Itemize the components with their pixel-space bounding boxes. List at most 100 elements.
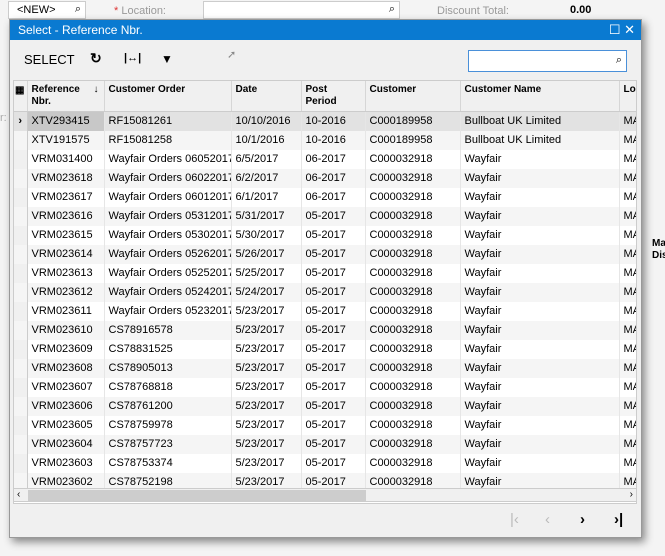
dialog-title-bar: Select - Reference Nbr. ☐ ✕ — [10, 20, 641, 40]
table-cell: Wayfair — [460, 206, 620, 226]
table-cell: MA — [619, 111, 636, 131]
table-cell: 05-2017 — [301, 396, 366, 416]
table-cell: C000032918 — [365, 434, 461, 454]
first-page-icon[interactable]: |‹ — [510, 511, 519, 528]
table-cell: C000189958 — [365, 130, 461, 150]
table-cell: 5/23/2017 — [231, 377, 302, 397]
table-cell: 5/30/2017 — [231, 225, 302, 245]
table-row[interactable]: › XTV293415 RF15081261 10/10/2016 10-2016 C00… — [14, 111, 636, 131]
scroll-right-icon[interactable]: › — [630, 489, 633, 500]
location-label-text: Location: — [121, 5, 166, 17]
column-header[interactable]: Date — [231, 81, 302, 112]
row-selector[interactable] — [14, 168, 28, 188]
table-row[interactable]: VRM023614 Wayfair Orders 05262017 5/26/201… — [14, 244, 636, 264]
table-row[interactable]: XTV191575 RF15081258 10/1/2016 10-2016 C0001… — [14, 130, 636, 150]
table-cell: MA — [619, 453, 636, 473]
previous-page-icon[interactable]: ‹ — [545, 511, 550, 528]
table-row[interactable]: VRM023616 Wayfair Orders 05312017 5/31/201… — [14, 206, 636, 226]
table-row[interactable]: VRM023604 CS78757723 5/23/2017 05-2017 C0000… — [14, 434, 636, 454]
row-selector[interactable] — [14, 339, 28, 359]
table-cell: VRM023607 — [27, 377, 105, 397]
search-icon[interactable]: ⌕ — [389, 3, 395, 16]
next-page-icon[interactable]: › — [580, 511, 585, 528]
table-cell: C000032918 — [365, 301, 461, 321]
table-row[interactable]: VRM023613 Wayfair Orders 05252017 5/25/201… — [14, 263, 636, 283]
row-selector[interactable] — [14, 396, 28, 416]
last-page-icon[interactable]: ›| — [614, 511, 623, 528]
column-header[interactable]: Customer Name — [460, 81, 620, 112]
column-header[interactable]: Post Period — [301, 81, 366, 112]
table-cell: RF15081261 — [104, 111, 232, 131]
table-cell: VRM023605 — [27, 415, 105, 435]
row-selector[interactable] — [14, 415, 28, 435]
table-row[interactable]: VRM023609 CS78831525 5/23/2017 05-2017 C0000… — [14, 339, 636, 359]
grid-settings-icon[interactable]: ▦ — [14, 81, 28, 112]
search-icon[interactable]: ⌕ — [616, 54, 622, 67]
search-input[interactable]: ⌕ — [468, 50, 627, 72]
table-row[interactable]: VRM023612 Wayfair Orders 05242017 5/24/201… — [14, 282, 636, 302]
table-cell: 05-2017 — [301, 301, 366, 321]
row-selector[interactable] — [14, 149, 28, 169]
column-header[interactable]: Reference Nbr. ↓ — [27, 81, 105, 112]
table-row[interactable]: VRM023615 Wayfair Orders 05302017 5/30/201… — [14, 225, 636, 245]
table-cell: Wayfair — [460, 396, 620, 416]
select-reference-dialog: Select - Reference Nbr. ☐ ✕ SELECT ↻ |↔|… — [9, 19, 642, 538]
scroll-left-icon[interactable]: ‹ — [17, 489, 20, 500]
row-selector[interactable] — [14, 225, 28, 245]
row-selector[interactable] — [14, 434, 28, 454]
scroll-thumb[interactable] — [28, 490, 366, 501]
search-icon[interactable]: ⌕ — [75, 3, 81, 16]
row-selector[interactable] — [14, 130, 28, 150]
table-cell: Wayfair — [460, 358, 620, 378]
table-row[interactable]: VRM023618 Wayfair Orders 06022017 6/2/2017… — [14, 168, 636, 188]
row-selector[interactable] — [14, 301, 28, 321]
table-cell: Wayfair — [460, 453, 620, 473]
results-grid: ▦ Reference Nbr. ↓ Customer Order Date Post … — [13, 80, 637, 504]
column-header[interactable]: Customer — [365, 81, 461, 112]
table-row[interactable]: VRM023608 CS78905013 5/23/2017 05-2017 C0000… — [14, 358, 636, 378]
row-selector[interactable] — [14, 453, 28, 473]
row-selector[interactable] — [14, 206, 28, 226]
table-cell: 05-2017 — [301, 225, 366, 245]
close-icon[interactable]: ✕ — [624, 22, 635, 37]
fit-columns-icon[interactable]: |↔| — [124, 52, 141, 64]
maximize-icon[interactable]: ☐ — [609, 22, 621, 37]
table-cell: CS78761200 — [104, 396, 232, 416]
table-cell: C000032918 — [365, 396, 461, 416]
column-header[interactable]: Lo — [619, 81, 636, 112]
table-cell: VRM023612 — [27, 282, 105, 302]
horizontal-scrollbar[interactable]: ‹ › — [13, 488, 637, 502]
row-selector[interactable] — [14, 263, 28, 283]
row-selector[interactable] — [14, 358, 28, 378]
sort-desc-icon: ↓ — [93, 84, 99, 95]
table-cell: C000032918 — [365, 263, 461, 283]
current-row-icon[interactable]: › — [14, 111, 28, 131]
row-selector[interactable] — [14, 244, 28, 264]
select-button[interactable]: SELECT — [24, 52, 75, 67]
table-cell: MA — [619, 130, 636, 150]
table-row[interactable]: VRM023610 CS78916578 5/23/2017 05-2017 C0000… — [14, 320, 636, 340]
table-cell: Wayfair — [460, 149, 620, 169]
table-row[interactable]: VRM023605 CS78759978 5/23/2017 05-2017 C0000… — [14, 415, 636, 435]
table-row[interactable]: VRM023611 Wayfair Orders 05232017 5/23/201… — [14, 301, 636, 321]
column-header[interactable]: Customer Order — [104, 81, 232, 112]
location-input[interactable]: ⌕ — [203, 1, 400, 19]
filter-icon[interactable]: ▼ — [161, 52, 173, 66]
table-row[interactable]: VRM023617 Wayfair Orders 06012017 6/1/2017… — [14, 187, 636, 207]
row-selector[interactable] — [14, 187, 28, 207]
row-selector[interactable] — [14, 320, 28, 340]
location-label: * Location: — [114, 5, 166, 17]
table-cell: MA — [619, 187, 636, 207]
table-row[interactable]: VRM023603 CS78753374 5/23/2017 05-2017 C0000… — [14, 453, 636, 473]
table-cell: 5/23/2017 — [231, 453, 302, 473]
refresh-icon[interactable]: ↻ — [90, 50, 102, 67]
row-selector[interactable] — [14, 282, 28, 302]
table-cell: C000032918 — [365, 244, 461, 264]
table-row[interactable]: VRM031400 Wayfair Orders 06052017 6/5/2017… — [14, 149, 636, 169]
table-cell: 06-2017 — [301, 168, 366, 188]
table-row[interactable]: VRM023607 CS78768818 5/23/2017 05-2017 C0000… — [14, 377, 636, 397]
reference-lookup[interactable]: <NEW> ⌕ — [8, 1, 86, 19]
table-cell: 5/26/2017 — [231, 244, 302, 264]
table-row[interactable]: VRM023606 CS78761200 5/23/2017 05-2017 C0000… — [14, 396, 636, 416]
row-selector[interactable] — [14, 377, 28, 397]
